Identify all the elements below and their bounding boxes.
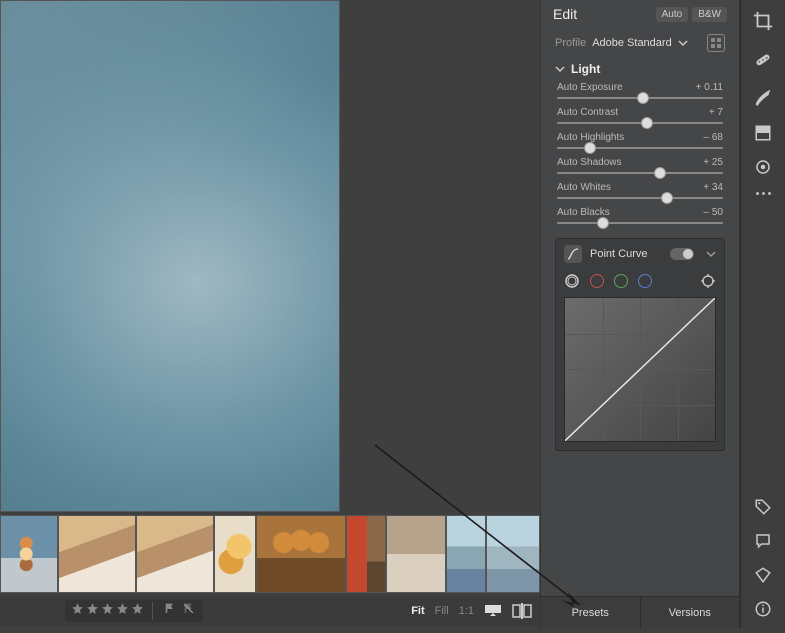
slider-label: Auto Contrast: [557, 107, 618, 118]
label-icon[interactable]: [754, 566, 772, 584]
heal-tool-icon[interactable]: [752, 48, 774, 70]
point-curve-toggle[interactable]: [670, 248, 694, 260]
slider-auto-shadows: Auto Shadows + 25: [547, 155, 733, 180]
thumb[interactable]: [0, 515, 58, 593]
edit-panel: Edit Auto B&W Profile Adobe Standard Lig…: [540, 0, 740, 628]
channel-blue[interactable]: [638, 274, 652, 288]
versions-tab[interactable]: Versions: [640, 597, 740, 628]
filmstrip[interactable]: [0, 515, 540, 593]
bw-button[interactable]: B&W: [692, 7, 727, 22]
slider-track[interactable]: [557, 147, 723, 149]
slider-auto-contrast: Auto Contrast + 7: [547, 105, 733, 130]
channel-red[interactable]: [590, 274, 604, 288]
linear-gradient-tool-icon[interactable]: [754, 124, 772, 142]
brush-tool-icon[interactable]: [752, 86, 774, 108]
zoom-fit[interactable]: Fit: [411, 605, 424, 617]
channel-all-icon[interactable]: [564, 273, 580, 289]
slider-thumb[interactable]: [597, 217, 609, 229]
thumb[interactable]: [446, 515, 486, 593]
light-section-title: Light: [571, 62, 600, 76]
flag-reject-icon[interactable]: [182, 602, 195, 615]
target-icon[interactable]: [700, 273, 716, 289]
slider-thumb[interactable]: [654, 167, 666, 179]
chevron-down-icon[interactable]: [706, 249, 716, 259]
slider-thumb[interactable]: [584, 142, 596, 154]
bottom-bar: Fit Fill 1:1: [0, 596, 540, 626]
zoom-menu-icon[interactable]: [484, 604, 502, 618]
point-curve-icon: [564, 245, 582, 263]
radial-gradient-tool-icon[interactable]: [754, 158, 772, 176]
slider-label: Auto Shadows: [557, 157, 622, 168]
slider-label: Auto Exposure: [557, 82, 623, 93]
thumb[interactable]: [386, 515, 446, 593]
thumb[interactable]: [214, 515, 256, 593]
channel-green[interactable]: [614, 274, 628, 288]
thumb[interactable]: [486, 515, 540, 593]
slider-track[interactable]: [557, 222, 723, 224]
slider-value: + 25: [703, 157, 723, 168]
slider-value: + 34: [703, 182, 723, 193]
zoom-1to1[interactable]: 1:1: [459, 605, 474, 617]
zoom-fill[interactable]: Fill: [435, 605, 449, 617]
thumb[interactable]: [346, 515, 386, 593]
slider-auto-whites: Auto Whites + 34: [547, 180, 733, 205]
crop-tool-icon[interactable]: [752, 10, 774, 32]
point-curve-title: Point Curve: [590, 248, 662, 260]
comment-icon[interactable]: [754, 532, 772, 550]
rating-stars[interactable]: [65, 600, 203, 622]
slider-value: + 7: [709, 107, 723, 118]
thumb[interactable]: [58, 515, 136, 593]
slider-thumb[interactable]: [661, 192, 673, 204]
slider-auto-blacks: Auto Blacks– 50: [547, 205, 733, 230]
chevron-down-icon[interactable]: [678, 38, 688, 48]
right-toolbar: [740, 0, 785, 628]
info-icon[interactable]: [754, 600, 772, 618]
slider-auto-exposure: Auto Exposure + 0.11: [547, 80, 733, 105]
slider-track[interactable]: [557, 97, 723, 99]
compare-icon[interactable]: [512, 603, 532, 619]
flag-pick-icon[interactable]: [163, 602, 176, 615]
profile-browser-button[interactable]: [707, 34, 725, 52]
slider-track[interactable]: [557, 172, 723, 174]
slider-auto-highlights: Auto Highlights– 68: [547, 130, 733, 155]
slider-track[interactable]: [557, 122, 723, 124]
auto-button[interactable]: Auto: [656, 7, 689, 22]
profile-label: Profile: [555, 37, 586, 49]
thumb[interactable]: [256, 515, 346, 593]
light-section-header[interactable]: Light: [547, 58, 733, 80]
thumb[interactable]: [136, 515, 214, 593]
slider-value: – 50: [704, 207, 723, 218]
slider-track[interactable]: [557, 197, 723, 199]
profile-value[interactable]: Adobe Standard: [592, 37, 672, 49]
keyword-tag-icon[interactable]: [754, 498, 772, 516]
slider-thumb[interactable]: [641, 117, 653, 129]
more-tools-icon[interactable]: [756, 192, 771, 195]
slider-value: – 68: [704, 132, 723, 143]
slider-thumb[interactable]: [637, 92, 649, 104]
presets-tab[interactable]: Presets: [541, 597, 640, 628]
slider-value: + 0.11: [696, 82, 723, 93]
point-curve-box: Point Curve: [555, 238, 725, 451]
tone-curve[interactable]: [564, 297, 716, 442]
slider-label: Auto Whites: [557, 182, 611, 193]
panel-title: Edit: [553, 6, 652, 22]
main-image-canvas[interactable]: [0, 0, 340, 512]
